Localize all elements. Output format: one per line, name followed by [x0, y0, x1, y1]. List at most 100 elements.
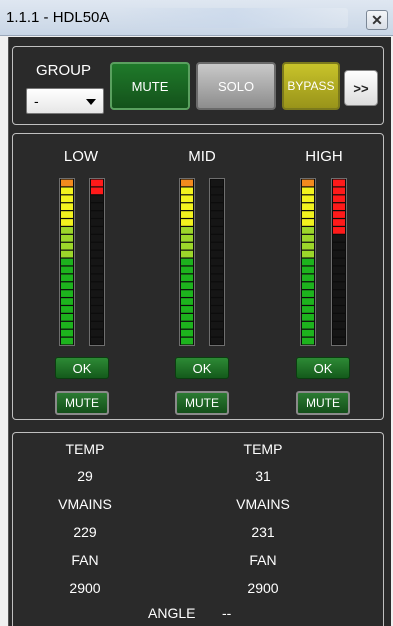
- level-segment: [302, 203, 314, 211]
- level-segment: [61, 337, 73, 345]
- level-segment: [181, 329, 193, 337]
- gr-segment: [211, 282, 223, 290]
- level-segment: [61, 219, 73, 226]
- level-segment: [302, 329, 314, 337]
- level-segment: [302, 219, 314, 226]
- mute-button-mid[interactable]: MUTE: [175, 391, 229, 415]
- level-segment: [61, 313, 73, 321]
- level-segment: [302, 337, 314, 345]
- gr-segment: [211, 219, 223, 226]
- gr-segment: [91, 337, 103, 345]
- level-meter-high: [300, 178, 316, 346]
- fan-label-right: FAN: [249, 552, 277, 568]
- level-segment: [181, 187, 193, 195]
- gr-segment: [333, 187, 345, 195]
- gr-segment: [333, 211, 345, 218]
- level-segment: [181, 179, 193, 187]
- bypass-button[interactable]: BYPASS: [282, 62, 340, 110]
- level-segment: [181, 219, 193, 226]
- level-segment: [302, 227, 314, 234]
- level-segment: [302, 211, 314, 218]
- level-segment: [302, 195, 314, 203]
- level-segment: [302, 242, 314, 250]
- gr-segment: [333, 306, 345, 313]
- title-bar: 1.1.1 - HDL50A ✕: [0, 0, 393, 36]
- gr-segment: [91, 329, 103, 337]
- level-segment: [181, 313, 193, 321]
- gr-meter-mid: [209, 178, 225, 346]
- mute-button[interactable]: MUTE: [110, 62, 190, 110]
- gr-segment: [91, 282, 103, 290]
- band-label-low: LOW: [63, 148, 99, 165]
- temp-value-right: 31: [255, 468, 271, 484]
- gr-segment: [211, 266, 223, 274]
- level-segment: [181, 258, 193, 266]
- gr-segment: [211, 203, 223, 211]
- gr-segment: [211, 227, 223, 234]
- mute-button-high[interactable]: MUTE: [296, 391, 350, 415]
- gr-segment: [333, 329, 345, 337]
- gr-segment: [91, 313, 103, 321]
- level-segment: [61, 258, 73, 266]
- gr-segment: [333, 258, 345, 266]
- level-segment: [61, 242, 73, 250]
- level-segment: [61, 321, 73, 329]
- level-segment: [61, 203, 73, 211]
- temp-label-left: TEMP: [65, 441, 105, 457]
- mute-button-low[interactable]: MUTE: [55, 391, 109, 415]
- solo-button[interactable]: SOLO: [196, 62, 276, 110]
- gr-segment: [91, 250, 103, 258]
- gr-segment: [333, 282, 345, 290]
- level-segment: [302, 179, 314, 187]
- close-icon: ✕: [371, 12, 383, 28]
- band-label-mid: MID: [188, 148, 216, 165]
- level-segment: [181, 211, 193, 218]
- gr-segment: [333, 219, 345, 226]
- level-segment: [302, 298, 314, 305]
- level-segment: [61, 211, 73, 218]
- gr-segment: [211, 298, 223, 305]
- level-segment: [181, 274, 193, 282]
- level-segment: [61, 329, 73, 337]
- window-title: 1.1.1 - HDL50A: [6, 9, 110, 26]
- gr-meter-high: [331, 178, 347, 346]
- level-segment: [181, 195, 193, 203]
- gr-segment: [211, 187, 223, 195]
- gr-segment: [91, 203, 103, 211]
- level-segment: [181, 321, 193, 329]
- gr-segment: [333, 337, 345, 345]
- gr-segment: [333, 290, 345, 297]
- gr-segment: [211, 234, 223, 242]
- gr-segment: [91, 242, 103, 250]
- gr-segment: [211, 258, 223, 266]
- status-badge-mid: OK: [175, 357, 229, 379]
- angle-value: --: [222, 605, 232, 621]
- level-segment: [61, 290, 73, 297]
- level-segment: [181, 337, 193, 345]
- gr-segment: [91, 195, 103, 203]
- band-label-high: HIGH: [305, 148, 343, 165]
- gr-segment: [91, 179, 103, 187]
- fan-value-left: 2900: [69, 580, 101, 596]
- vmains-label-right: VMAINS: [236, 496, 290, 512]
- level-segment: [61, 187, 73, 195]
- gr-segment: [333, 298, 345, 305]
- level-segment: [181, 234, 193, 242]
- level-segment: [61, 227, 73, 234]
- level-segment: [302, 274, 314, 282]
- gr-segment: [211, 321, 223, 329]
- temp-value-left: 29: [77, 468, 93, 484]
- level-segment: [181, 282, 193, 290]
- level-segment: [61, 282, 73, 290]
- gr-segment: [91, 321, 103, 329]
- level-segment: [302, 290, 314, 297]
- level-segment: [61, 179, 73, 187]
- chevron-down-icon: [86, 99, 96, 105]
- group-select[interactable]: -: [26, 88, 104, 114]
- close-button[interactable]: ✕: [366, 10, 388, 30]
- level-segment: [302, 258, 314, 266]
- gr-segment: [333, 234, 345, 242]
- gr-segment: [211, 195, 223, 203]
- gr-segment: [211, 306, 223, 313]
- more-button[interactable]: >>: [344, 70, 378, 106]
